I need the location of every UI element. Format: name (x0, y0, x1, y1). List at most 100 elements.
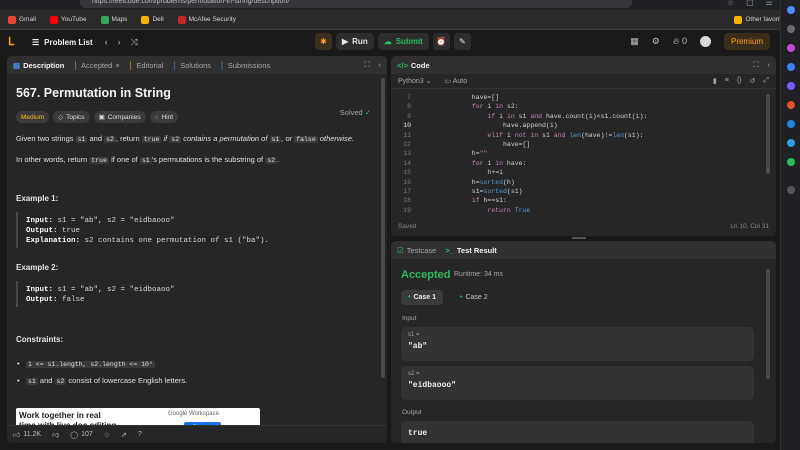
debug-button[interactable]: ✱ (315, 33, 332, 50)
document-icon: ▤ (13, 60, 21, 70)
code-text: for i in s2: (471, 103, 519, 111)
result-tabs: ☑ Testcase >_ Test Result (391, 241, 776, 259)
topics-chip[interactable]: ◇ Topics (53, 111, 90, 123)
favorite-button[interactable]: ☆ (104, 431, 110, 439)
shuffle-icon[interactable]: ⤨ (131, 37, 138, 48)
tools-icon[interactable] (786, 63, 795, 71)
description-tabs: ▤ Description │ Accepted × │ Editorial │ Solu… (7, 56, 387, 74)
line-number: 14 (403, 159, 411, 167)
companies-chip[interactable]: ▣ Companies (93, 111, 146, 123)
maximize-icon[interactable]: ⛶ (364, 60, 369, 70)
close-icon[interactable]: × (115, 61, 119, 70)
tab-solutions[interactable]: │ Solutions (173, 61, 212, 70)
input-s1-box: s1 = "ab" (401, 327, 754, 361)
book-icon: │ (128, 60, 134, 70)
bookmark-youtube[interactable]: YouTube (49, 15, 87, 24)
pass-dot-icon: • (460, 294, 463, 301)
tab-submissions[interactable]: │ Submissions (220, 61, 270, 70)
fullscreen-icon[interactable]: ⤢ (763, 77, 769, 85)
timer-button[interactable]: ⏰ (432, 33, 450, 50)
panel-resize-handle[interactable] (572, 237, 586, 239)
submit-button[interactable]: ☁ Submit (377, 33, 429, 50)
code-editor[interactable]: 7 have=[] 8 for i in s2: 9 if i in s1 and … (391, 89, 776, 216)
editor-scrollbar[interactable] (766, 94, 770, 174)
next-problem-icon[interactable]: › (118, 37, 121, 48)
games-icon[interactable] (786, 82, 795, 90)
tab-accepted[interactable]: │ Accepted × (73, 61, 119, 70)
code-text: elif i not in s1 and len(have)!=len(s1): (487, 131, 644, 139)
bookmark-icon[interactable]: ▮ (713, 77, 717, 85)
description-scrollbar[interactable] (381, 78, 385, 378)
code-icon: </> (397, 60, 408, 70)
code-panel: </> Code ⛶ ‹ Python3 ⌄ ▭ Auto ▮ ≡ {} ↺ ⤢ … (391, 56, 776, 236)
star-icon[interactable]: ☆ (727, 0, 734, 7)
bookmarks-bar: Gmail YouTube Maps Dell McAfee Security … (0, 10, 800, 30)
like-button[interactable]: 👍︎ 11.2K (13, 430, 41, 439)
code-text: have=[] (425, 141, 531, 148)
upload-icon: ☁ (383, 37, 392, 46)
favorites-icon[interactable]: ☰ (766, 0, 773, 7)
collapse-icon[interactable]: ‹ (768, 60, 771, 70)
dislike-button[interactable]: 👎︎ (52, 430, 59, 439)
drop-icon[interactable] (786, 158, 795, 166)
share-button[interactable]: ⇗ (121, 431, 127, 439)
auto-mode-toggle[interactable]: ▭ Auto (445, 77, 468, 85)
help-button[interactable]: ? (138, 431, 142, 438)
bookmark-dell[interactable]: Dell (141, 15, 164, 24)
add-icon[interactable] (786, 186, 795, 194)
note-icon: ✎ (458, 37, 466, 46)
maximize-icon[interactable]: ⛶ (753, 60, 758, 70)
solved-badge: Solved ✓ (339, 108, 371, 117)
url-field[interactable]: https://leetcode.com/problems/permutatio… (80, 0, 632, 8)
extensions-icon[interactable]: ▢ (746, 0, 754, 7)
history-icon: │ (220, 60, 225, 70)
collapse-icon[interactable]: ‹ (379, 60, 382, 70)
search-icon[interactable] (786, 25, 795, 33)
format-icon[interactable]: ≡ (725, 77, 729, 85)
bookmark-gmail[interactable]: Gmail (8, 15, 36, 24)
leetcode-navbar: ᒪ ☰ Problem List ‹ › ⤨ ✱ ▶ Run ☁ Submit ⏰ … (0, 30, 780, 54)
leetcode-logo-icon[interactable]: ᒪ (8, 36, 20, 48)
tab-test-result[interactable]: >_ Test Result (445, 246, 496, 255)
outlook-icon[interactable] (786, 120, 795, 128)
youtube-icon (49, 15, 58, 24)
bookmark-mcafee[interactable]: McAfee Security (177, 15, 236, 24)
streak-counter[interactable]: 🔥︎ 0 (673, 36, 687, 47)
run-button[interactable]: ▶ Run (336, 33, 374, 50)
braces-icon[interactable]: {} (737, 77, 742, 85)
case-1-tab[interactable]: • Case 1 (401, 290, 444, 305)
shopping-icon[interactable] (786, 44, 795, 52)
cursor-position: Ln 10, Col 31 (730, 222, 769, 230)
problem-list-button[interactable]: ☰ Problem List (32, 38, 93, 47)
reset-icon[interactable]: ↺ (750, 77, 756, 85)
share-icon: ⇗ (121, 431, 127, 439)
code-text: if h==s1: (471, 197, 507, 205)
tab-description[interactable]: ▤ Description (13, 61, 64, 70)
notes-button[interactable]: ✎ (453, 33, 471, 50)
result-scrollbar[interactable] (766, 269, 770, 379)
code-text: if i in s1 and have.count(i)<s1.count(i)… (487, 112, 648, 120)
language-select[interactable]: Python3 ⌄ (398, 77, 432, 85)
bookmark-maps[interactable]: Maps (100, 15, 127, 24)
tab-code[interactable]: </> Code (397, 61, 430, 70)
office-icon[interactable] (786, 101, 795, 109)
layout-icon[interactable]: ▦ (630, 36, 639, 47)
telegram-icon[interactable] (786, 139, 795, 147)
example-2: Input: s1 = "ab", s2 = "eidboaoo" Output… (16, 281, 378, 307)
line-number: 7 (407, 94, 411, 101)
hint-chip[interactable]: ◌ Hint (149, 111, 179, 123)
code-text: have=[] (425, 94, 500, 101)
terminal-icon: >_ (445, 245, 454, 255)
premium-button[interactable]: Premium (723, 33, 770, 50)
code-text: have.append(i) (425, 122, 558, 130)
comments-button[interactable]: ◯ 107 (70, 431, 93, 439)
prev-problem-icon[interactable]: ‹ (105, 37, 108, 48)
input-label: Input (402, 315, 417, 322)
copilot-icon[interactable] (786, 6, 795, 14)
case-2-tab[interactable]: • Case 2 (453, 290, 495, 305)
tab-testcase[interactable]: ☑ Testcase (397, 246, 436, 255)
tab-editorial[interactable]: │ Editorial (129, 61, 164, 70)
avatar[interactable] (699, 36, 711, 47)
settings-icon[interactable]: ⚙ (652, 36, 660, 47)
lock-icon: ▭ (444, 78, 452, 85)
